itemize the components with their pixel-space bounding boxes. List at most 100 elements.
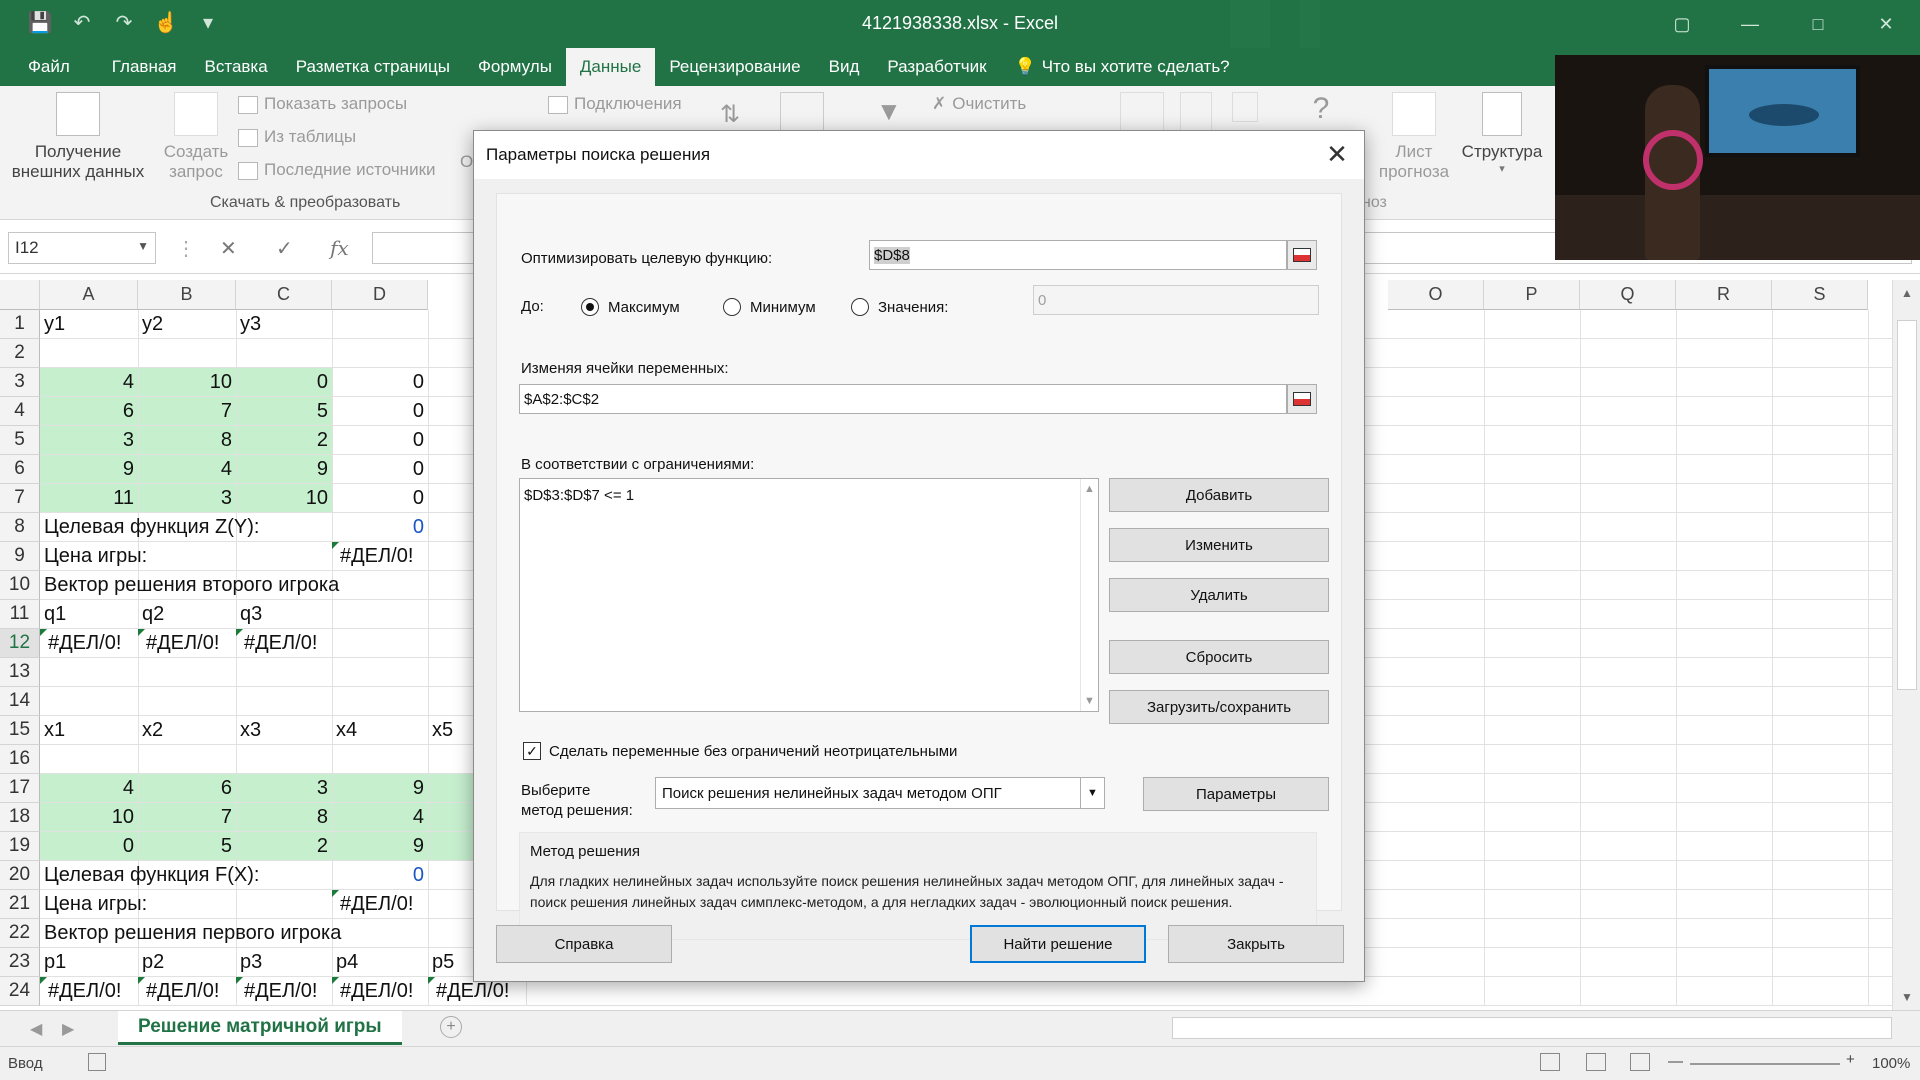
sort-icon[interactable] <box>780 92 824 132</box>
row-header-4[interactable]: 4 <box>0 397 40 426</box>
chevron-down-icon[interactable]: ▼ <box>137 239 149 253</box>
cell-d21[interactable]: #ДЕЛ/0! <box>332 890 428 919</box>
video-overlay[interactable] <box>1555 55 1920 260</box>
new-query-button[interactable]: Создать запрос <box>160 92 232 182</box>
scroll-down-icon[interactable]: ▼ <box>1901 990 1913 1004</box>
add-constraint-button[interactable]: Добавить <box>1109 478 1329 512</box>
name-box[interactable]: I12 ▼ <box>8 232 156 264</box>
enter-icon[interactable]: ✓ <box>276 236 293 261</box>
row-header-13[interactable]: 13 <box>0 658 40 687</box>
objective-ref-button[interactable] <box>1287 240 1317 270</box>
select-all-corner[interactable] <box>0 280 40 310</box>
page-layout-view-icon[interactable] <box>1586 1053 1606 1071</box>
cell-b6[interactable]: 4 <box>138 455 236 484</box>
forecast-sheet-button[interactable]: Лист прогноза <box>1376 92 1452 182</box>
recent-sources-button[interactable]: Последние источники <box>238 160 436 180</box>
data-tools-icon[interactable] <box>1180 92 1212 132</box>
cell-d17[interactable]: 9 <box>332 774 428 803</box>
variables-ref-button[interactable] <box>1287 384 1317 414</box>
constraints-list[interactable]: $D$3:$D$7 <= 1 ▲ ▼ <box>519 478 1099 712</box>
cell-b19[interactable]: 5 <box>138 832 236 861</box>
zoom-in-icon[interactable]: + <box>1846 1051 1855 1068</box>
cell-a19[interactable]: 0 <box>40 832 138 861</box>
cell-a3[interactable]: 4 <box>40 368 138 397</box>
cell-c3[interactable]: 0 <box>236 368 332 397</box>
cell-c6[interactable]: 9 <box>236 455 332 484</box>
column-header-d[interactable]: D <box>332 280 428 310</box>
cell-c18[interactable]: 8 <box>236 803 332 832</box>
cell-c12[interactable]: #ДЕЛ/0! <box>236 629 332 658</box>
cell-a12[interactable]: #ДЕЛ/0! <box>40 629 138 658</box>
zoom-out-icon[interactable]: — <box>1668 1053 1683 1070</box>
clear-filter-button[interactable]: ✗ Очистить <box>932 94 1026 114</box>
solving-method-select[interactable]: Поиск решения нелинейных задач методом О… <box>655 777 1105 809</box>
cell-d6[interactable]: 0 <box>332 455 428 484</box>
vertical-scrollbar[interactable]: ▲ ▼ <box>1892 280 1920 1010</box>
from-table-button[interactable]: Из таблицы <box>238 127 356 147</box>
cell-a24[interactable]: #ДЕЛ/0! <box>40 977 138 1006</box>
tell-me-search[interactable]: 💡 Что вы хотите сделать? <box>1001 48 1244 86</box>
cell-d3[interactable]: 0 <box>332 368 428 397</box>
tab-data[interactable]: Данные <box>565 48 656 86</box>
constraint-item[interactable]: $D$3:$D$7 <= 1 <box>524 487 1094 504</box>
cell-a7[interactable]: 11 <box>40 484 138 513</box>
cell-b4[interactable]: 7 <box>138 397 236 426</box>
row-header-21[interactable]: 21 <box>0 890 40 919</box>
scroll-down-icon[interactable]: ▼ <box>1084 695 1095 707</box>
value-of-field[interactable]: 0 <box>1033 285 1319 315</box>
filter-icon[interactable]: ▼ <box>876 96 902 127</box>
nonnegative-checkbox[interactable]: ✓ Сделать переменные без ограничений нео… <box>523 742 957 760</box>
row-header-3[interactable]: 3 <box>0 368 40 397</box>
cell-d9[interactable]: #ДЕЛ/0! <box>332 542 428 571</box>
column-header-o[interactable]: O <box>1388 280 1484 310</box>
row-header-8[interactable]: 8 <box>0 513 40 542</box>
tab-insert[interactable]: Вставка <box>191 48 282 86</box>
cell-a22[interactable]: Вектор решения первого игрока <box>40 919 460 948</box>
cell-a5[interactable]: 3 <box>40 426 138 455</box>
close-icon[interactable]: ✕ <box>1322 139 1352 169</box>
row-header-12[interactable]: 12 <box>0 629 40 658</box>
cell-d20[interactable]: 0 <box>332 861 428 890</box>
radio-maximum[interactable]: Максимум <box>581 298 680 316</box>
scroll-up-icon[interactable]: ▲ <box>1084 483 1095 495</box>
column-header-p[interactable]: P <box>1484 280 1580 310</box>
structure-button[interactable]: Структура ▾ <box>1458 92 1546 175</box>
insert-function-icon[interactable]: fx <box>330 236 349 260</box>
tab-view[interactable]: Вид <box>815 48 874 86</box>
relationships-icon[interactable] <box>1232 92 1258 122</box>
tab-home[interactable]: Главная <box>98 48 191 86</box>
row-header-7[interactable]: 7 <box>0 484 40 513</box>
row-header-15[interactable]: 15 <box>0 716 40 745</box>
constraints-scrollbar[interactable]: ▲ ▼ <box>1080 479 1098 711</box>
radio-value-of[interactable]: Значения: <box>851 298 948 316</box>
row-header-9[interactable]: 9 <box>0 542 40 571</box>
row-header-18[interactable]: 18 <box>0 803 40 832</box>
sheet-tab-active[interactable]: Решение матричной игры <box>118 1011 402 1045</box>
normal-view-icon[interactable] <box>1540 1053 1560 1071</box>
maximize-icon[interactable]: □ <box>1784 0 1852 48</box>
show-queries-button[interactable]: Показать запросы <box>238 94 407 114</box>
cell-a10[interactable]: Вектор решения второго игрока <box>40 571 460 600</box>
cell-c17[interactable]: 3 <box>236 774 332 803</box>
radio-minimum[interactable]: Минимум <box>723 298 816 316</box>
row-header-11[interactable]: 11 <box>0 600 40 629</box>
delete-constraint-button[interactable]: Удалить <box>1109 578 1329 612</box>
cell-a6[interactable]: 9 <box>40 455 138 484</box>
get-external-data-button[interactable]: Получение внешних данных <box>4 92 152 182</box>
scroll-thumb[interactable] <box>1897 320 1917 690</box>
minimize-icon[interactable]: — <box>1716 0 1784 48</box>
zoom-level[interactable]: 100% <box>1872 1055 1910 1072</box>
ribbon-display-icon[interactable]: ▢ <box>1648 0 1716 48</box>
connections-button[interactable]: Подключения <box>548 94 682 114</box>
cancel-icon[interactable]: ✕ <box>220 236 237 261</box>
row-header-5[interactable]: 5 <box>0 426 40 455</box>
variables-field[interactable]: $A$2:$C$2 <box>519 384 1287 414</box>
row-header-22[interactable]: 22 <box>0 919 40 948</box>
row-header-6[interactable]: 6 <box>0 455 40 484</box>
row-header-10[interactable]: 10 <box>0 571 40 600</box>
column-header-c[interactable]: C <box>236 280 332 310</box>
cell-d4[interactable]: 0 <box>332 397 428 426</box>
row-header-23[interactable]: 23 <box>0 948 40 977</box>
what-if-icon[interactable]: ? <box>1300 92 1342 134</box>
change-constraint-button[interactable]: Изменить <box>1109 528 1329 562</box>
